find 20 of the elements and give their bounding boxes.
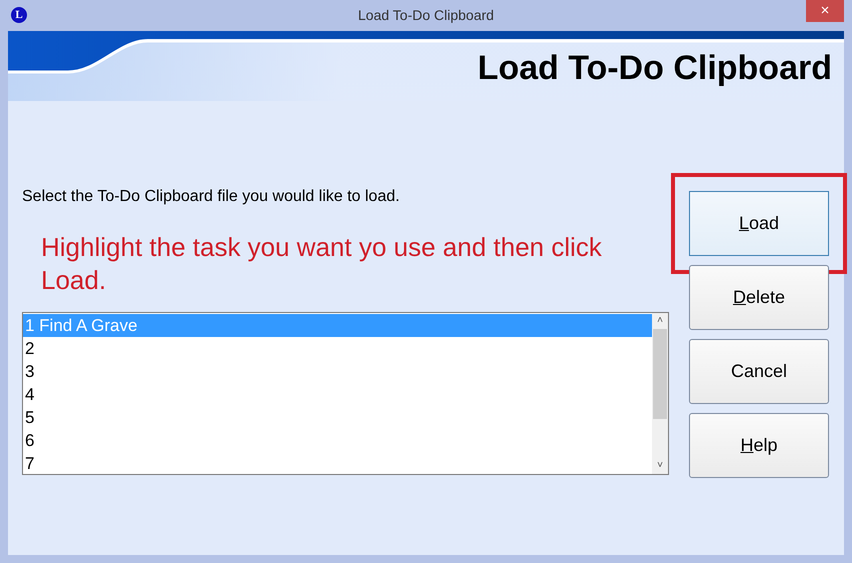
list-item[interactable]: 6 <box>23 429 652 452</box>
prompt-text: Select the To-Do Clipboard file you would like to load. <box>22 187 400 207</box>
list-item[interactable]: 4 <box>23 383 652 406</box>
list-item[interactable]: 7 <box>23 452 652 475</box>
scroll-up-arrow[interactable]: ˄ <box>657 313 663 329</box>
dialog-button[interactable]: Help <box>689 413 829 478</box>
list-item[interactable]: 2 <box>23 337 652 360</box>
list-item[interactable]: 5 <box>23 406 652 429</box>
close-button[interactable]: × <box>806 0 844 22</box>
scroll-thumb[interactable] <box>653 329 667 419</box>
scroll-down-arrow[interactable]: ˅ <box>657 458 663 474</box>
instruction-text: Highlight the task you want yo use and then click Load. <box>41 231 603 297</box>
banner-heading: Load To-Do Clipboard <box>478 50 832 88</box>
dialog-button[interactable]: Load <box>689 191 829 256</box>
app-icon: L <box>11 7 27 23</box>
dialog-button[interactable]: Cancel <box>689 339 829 404</box>
dialog-button[interactable]: Delete <box>689 265 829 330</box>
scrollbar[interactable]: ˄ ˅ <box>652 313 668 474</box>
window-title: Load To-Do Clipboard <box>358 6 494 25</box>
list-item[interactable]: 3 <box>23 360 652 383</box>
